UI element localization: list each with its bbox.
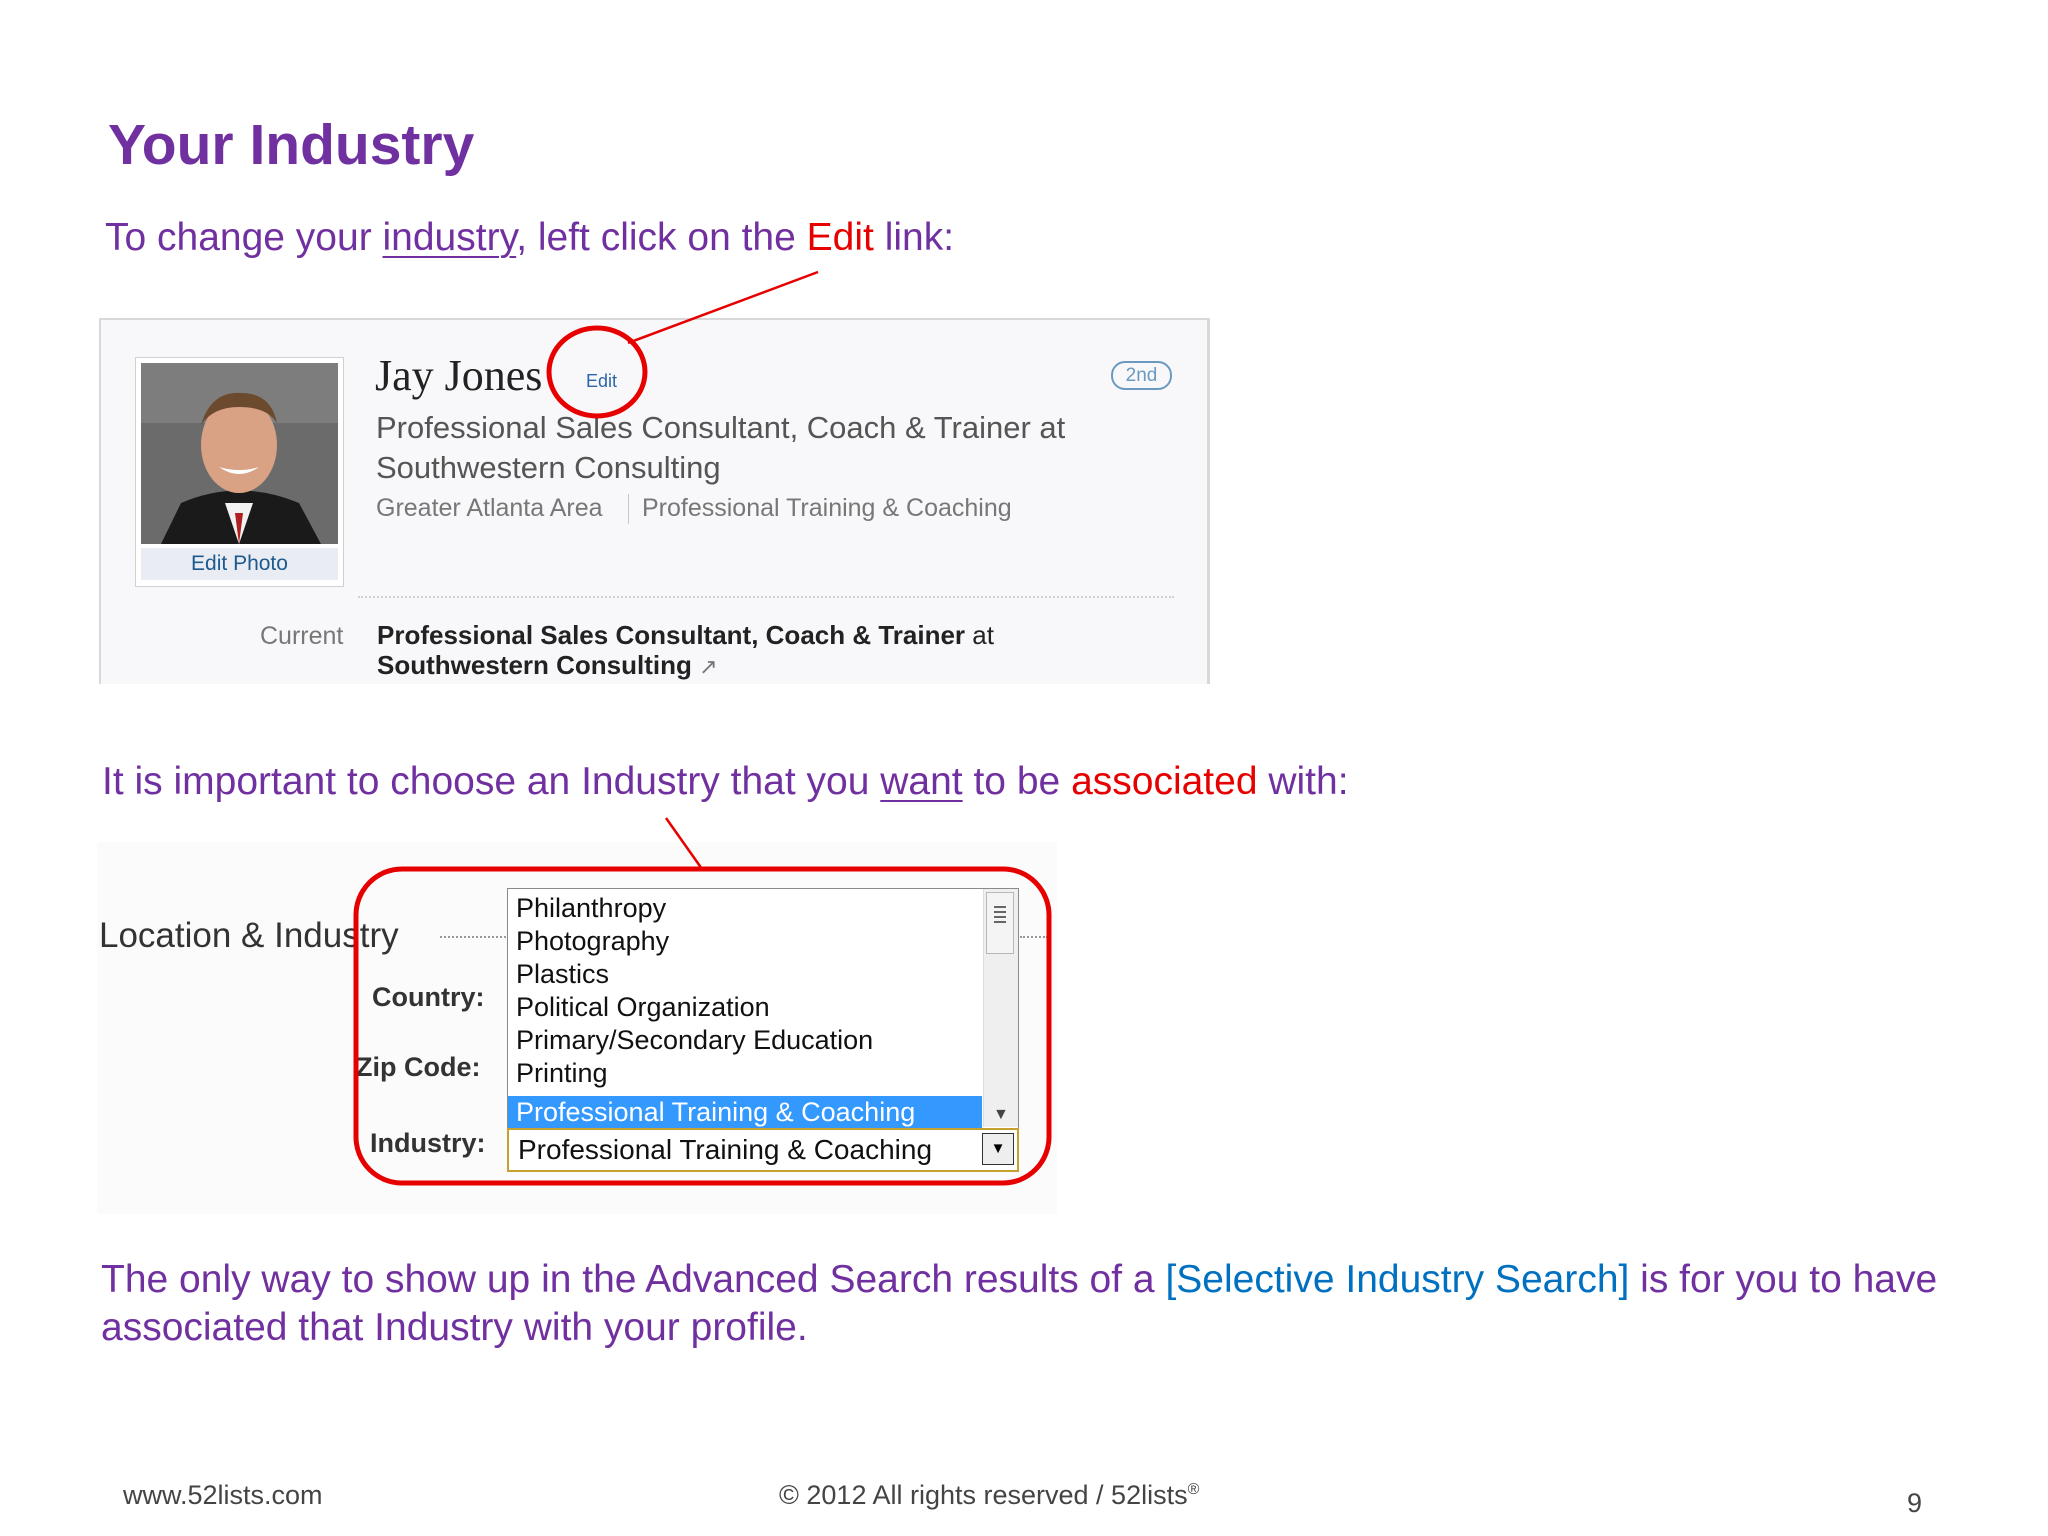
line2-middle: to be <box>962 760 1072 803</box>
dropdown-arrow-icon[interactable]: ▼ <box>982 1133 1014 1165</box>
industry-listbox[interactable]: Philanthropy Photography Plastics Politi… <box>507 888 1019 1130</box>
profile-headline: Professional Sales Consultant, Coach & T… <box>376 410 1066 485</box>
dotted-leader-right <box>1020 936 1048 938</box>
zip-code-label: Zip Code: <box>356 1052 481 1082</box>
footer-copyright: © 2012 All rights reserved / 52lists® <box>779 1480 1199 1511</box>
advanced-search-note: The only way to show up in the Advanced … <box>101 1256 1961 1352</box>
copyright-text: © 2012 All rights reserved / 52lists <box>779 1480 1188 1510</box>
line1-before: To change your <box>105 216 383 259</box>
industry-select-value: Professional Training & Coaching <box>518 1134 933 1165</box>
line3-highlight: [Selective Industry Search] <box>1165 1258 1630 1301</box>
line2-underlined: want <box>880 760 963 803</box>
instruction-line-associate: It is important to choose an Industry th… <box>102 760 1349 804</box>
industry-option[interactable]: Plastics <box>516 959 609 990</box>
page-number: 9 <box>1907 1488 1923 1518</box>
profile-photo-image <box>141 363 338 544</box>
line1-after: link: <box>873 216 955 259</box>
location-industry-title: Location & Industry <box>99 916 399 955</box>
country-label: Country: <box>372 982 485 1012</box>
current-at: at <box>965 620 994 650</box>
edit-name-link[interactable]: Edit <box>586 371 617 392</box>
line1-middle: , left click on the <box>516 216 807 259</box>
footer-url: www.52lists.com <box>123 1480 323 1510</box>
selected-option-label: Professional Training & Coaching <box>516 1097 916 1127</box>
dotted-divider <box>358 596 1174 598</box>
line3-before: The only way to show up in the Advanced … <box>101 1258 1166 1301</box>
scroll-down-arrow-icon[interactable]: ▼ <box>993 1106 1009 1124</box>
dotted-leader <box>440 936 506 938</box>
profile-location: Greater Atlanta Area <box>376 494 603 522</box>
external-link-icon[interactable]: ↗ <box>699 654 717 679</box>
slide-title: Your Industry <box>108 113 475 177</box>
profile-name: Jay Jones <box>375 351 543 400</box>
current-position: Professional Sales Consultant, Coach & T… <box>377 620 1077 682</box>
industry-option[interactable]: Philanthropy <box>516 893 666 924</box>
registered-mark: ® <box>1187 1481 1200 1498</box>
line2-highlight: associated <box>1071 760 1258 803</box>
industry-option-selected[interactable]: Professional Training & Coaching <box>508 1096 982 1128</box>
line2-after: with: <box>1257 760 1349 803</box>
industry-label: Industry: <box>370 1128 486 1158</box>
location-separator <box>628 494 629 524</box>
line1-underlined: industry <box>382 216 517 259</box>
profile-photo[interactable] <box>141 363 338 544</box>
line1-highlight: Edit <box>806 216 874 259</box>
industry-option[interactable]: Photography <box>516 926 669 957</box>
connection-degree-badge: 2nd <box>1111 361 1172 390</box>
industry-option[interactable]: Printing <box>516 1058 608 1089</box>
profile-industry: Professional Training & Coaching <box>642 494 1012 522</box>
industry-option[interactable]: Political Organization <box>516 992 770 1023</box>
scrollbar-grip-icon <box>994 906 1006 924</box>
industry-option[interactable]: Primary/Secondary Education <box>516 1025 873 1056</box>
current-title: Professional Sales Consultant, Coach & T… <box>377 620 966 650</box>
edit-photo-link[interactable]: Edit Photo <box>141 548 338 580</box>
current-company: Southwestern Consulting <box>377 650 692 680</box>
line2-before: It is important to choose an Industry th… <box>102 760 881 803</box>
current-label: Current <box>260 622 344 650</box>
instruction-line-edit: To change your industry, left click on t… <box>105 216 954 260</box>
